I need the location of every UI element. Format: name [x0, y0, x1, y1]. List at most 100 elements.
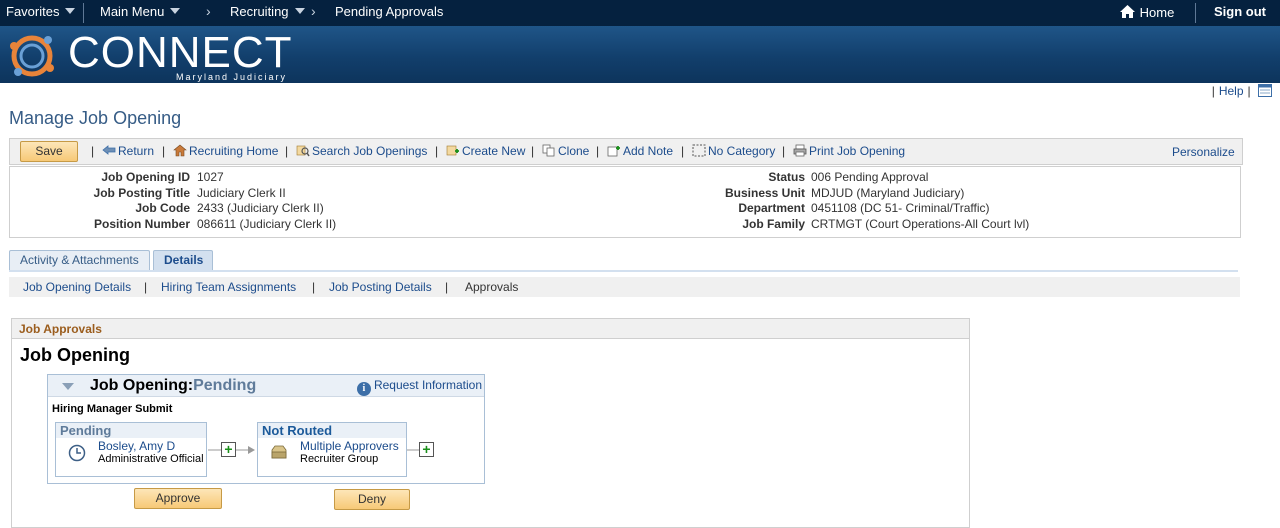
help-link[interactable]: Help: [1219, 84, 1244, 98]
job-family-label: Job Family: [742, 217, 805, 231]
app-banner: CONNECT Maryland Judiciary: [0, 26, 1280, 83]
divider: |: [1211, 84, 1215, 98]
approver-role: Administrative Official: [98, 453, 204, 465]
divider: |: [91, 144, 95, 158]
position-number-value: 086611 (Judiciary Clerk II): [197, 217, 337, 231]
approve-button[interactable]: Approve: [134, 488, 222, 509]
status-value: 006 Pending Approval: [811, 170, 929, 184]
top-navigation-bar: Favorites Main Menu › Recruiting › Pendi…: [0, 0, 1280, 26]
breadcrumb-chevron-icon: ›: [311, 3, 316, 19]
approver-name-link[interactable]: Bosley, Amy D: [98, 439, 175, 453]
tab-details[interactable]: Details: [153, 250, 213, 272]
job-opening-id-value: 1027: [197, 170, 224, 184]
personalize-link[interactable]: Personalize: [1172, 145, 1235, 159]
job-code-label: Job Code: [135, 201, 190, 215]
approver-name-link[interactable]: Multiple Approvers: [300, 439, 399, 453]
approval-stage-pending: Pending Bosley, Amy D Administrative Off…: [55, 422, 207, 477]
recruiting-home-link[interactable]: Recruiting Home: [173, 144, 278, 158]
department-value: 0451108 (DC 51- Criminal/Traffic): [811, 201, 990, 215]
no-category-label: No Category: [708, 144, 776, 158]
sign-out-link[interactable]: Sign out: [1214, 4, 1266, 19]
divider: |: [782, 144, 786, 158]
job-posting-title-value: Judiciary Clerk II: [197, 186, 286, 200]
approval-flow-header: Job Opening:Pending i Request Information: [48, 375, 484, 397]
create-new-link[interactable]: Create New: [446, 144, 525, 158]
page-title: Manage Job Opening: [9, 108, 182, 128]
nav-divider: [1195, 3, 1196, 23]
chevron-down-icon: [65, 8, 76, 14]
divider: |: [144, 280, 148, 294]
main-menu[interactable]: Main Menu: [100, 4, 181, 19]
print-icon: [793, 144, 807, 157]
return-link[interactable]: Return: [102, 144, 154, 158]
sub-navigation: Job Opening Details | Hiring Team Assign…: [9, 277, 1240, 297]
new-window-icon[interactable]: [1258, 84, 1272, 97]
business-unit-value: MDJUD (Maryland Judiciary): [811, 186, 965, 200]
section-header: Job Approvals: [12, 319, 969, 339]
divider: |: [162, 144, 166, 158]
breadcrumb-chevron-icon: ›: [206, 3, 211, 19]
print-job-opening-link[interactable]: Print Job Opening: [793, 144, 905, 158]
info-icon: i: [356, 382, 371, 396]
divider: |: [596, 144, 600, 158]
deny-button[interactable]: Deny: [334, 489, 410, 510]
job-opening-summary: Job Opening ID 1027 Job Posting Title Ju…: [9, 166, 1241, 238]
no-category-link[interactable]: No Category: [692, 144, 775, 158]
chevron-down-icon: [294, 8, 305, 14]
breadcrumb-recruiting[interactable]: Recruiting: [230, 4, 305, 19]
approver-role: Recruiter Group: [300, 453, 379, 465]
clone-link[interactable]: Clone: [542, 144, 589, 158]
recruiting-home-label: Recruiting Home: [189, 144, 279, 158]
subnav-job-posting-details[interactable]: Job Posting Details: [329, 280, 432, 294]
insert-approver-button[interactable]: +: [419, 442, 434, 457]
tab-activity-attachments[interactable]: Activity & Attachments: [9, 250, 150, 271]
connect-logo-icon: [10, 35, 54, 77]
position-number-label: Position Number: [93, 217, 190, 231]
home-icon: [173, 144, 187, 157]
category-icon: [692, 144, 706, 157]
approval-stage-not-routed: Not Routed Multiple Approvers Recruiter …: [257, 422, 407, 477]
divider: |: [435, 144, 439, 158]
breadcrumb-recruiting-label: Recruiting: [230, 4, 289, 19]
subnav-job-opening-details[interactable]: Job Opening Details: [23, 280, 131, 294]
home-icon: [1120, 5, 1135, 18]
flow-title-label: Job Opening:: [90, 377, 194, 394]
add-note-link[interactable]: Add Note: [607, 144, 673, 158]
create-new-label: Create New: [462, 144, 526, 158]
search-job-openings-link[interactable]: Search Job Openings: [296, 144, 427, 158]
divider: |: [285, 144, 289, 158]
favorites-menu[interactable]: Favorites: [6, 4, 76, 19]
back-arrow-icon: [102, 145, 116, 155]
breadcrumb-current: Pending Approvals: [335, 4, 444, 19]
brand-name: CONNECT: [68, 28, 293, 77]
home-link[interactable]: Home: [1119, 4, 1174, 20]
stage-status: Pending: [56, 423, 206, 438]
request-information-link[interactable]: i Request Information: [356, 378, 482, 396]
help-bar: | Help |: [1208, 84, 1272, 98]
nav-divider: [83, 3, 84, 23]
insert-approver-button[interactable]: +: [221, 442, 236, 457]
divider: |: [312, 280, 316, 294]
favorites-label: Favorites: [6, 4, 60, 19]
request-information-label: Request Information: [373, 378, 482, 392]
approval-flow-title: Job Opening:Pending: [90, 377, 256, 395]
job-approvals-section: Job Approvals Job Opening Job Opening:Pe…: [11, 318, 970, 528]
subnav-approvals: Approvals: [465, 280, 519, 294]
tab-underline: [9, 270, 1238, 272]
subnav-hiring-team-assignments[interactable]: Hiring Team Assignments: [161, 280, 296, 294]
toolbar: Save | Return | Recruiting Home | Search…: [9, 138, 1243, 165]
group-inbox-icon: [271, 445, 287, 459]
clone-icon: [542, 144, 555, 157]
collapse-triangle-icon[interactable]: [62, 383, 74, 390]
flow-status: Pending: [193, 377, 257, 394]
save-button[interactable]: Save: [20, 141, 78, 162]
create-new-icon: [446, 145, 459, 156]
divider: |: [531, 144, 535, 158]
add-note-label: Add Note: [623, 144, 674, 158]
divider: |: [681, 144, 685, 158]
job-posting-title-label: Job Posting Title: [93, 186, 190, 200]
clock-icon: [68, 444, 86, 462]
print-job-opening-label: Print Job Opening: [809, 144, 906, 158]
department-label: Department: [738, 201, 805, 215]
chevron-down-icon: [170, 8, 181, 14]
